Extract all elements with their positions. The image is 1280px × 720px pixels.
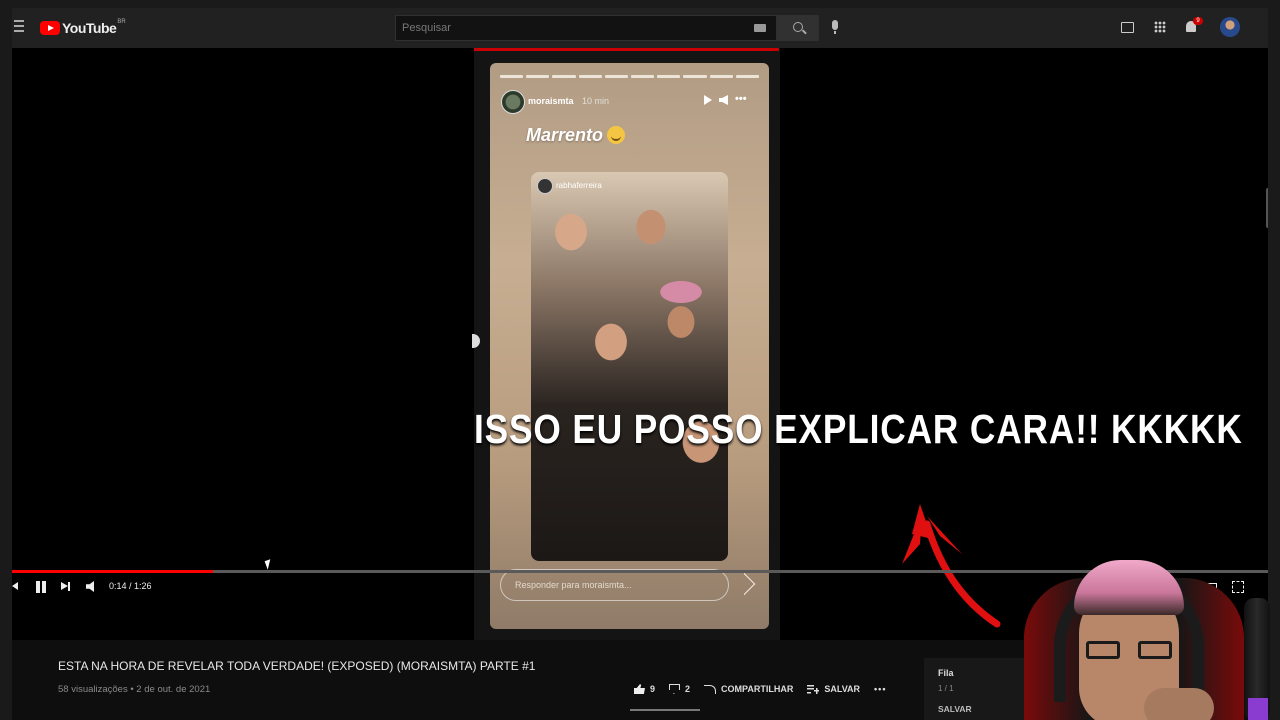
story-username: moraismta: [528, 96, 574, 106]
more-icon: •••: [874, 684, 887, 694]
timeline-played: [12, 570, 213, 573]
photo-avatar: [537, 178, 553, 194]
share-button[interactable]: COMPARTILHAR: [704, 684, 793, 694]
account-avatar[interactable]: [1220, 17, 1240, 37]
youtube-logo[interactable]: YouTube BR: [40, 18, 126, 38]
apps-grid-icon[interactable]: [1154, 21, 1166, 33]
story-caption: Marrento: [526, 125, 626, 146]
story-play-icon: [704, 95, 712, 105]
logo-country-code: BR: [117, 19, 126, 25]
video-meta: 58 visualizações • 2 de out. de 2021: [58, 684, 211, 695]
story-reply-input[interactable]: [513, 579, 717, 591]
hamburger-menu-icon[interactable]: [14, 20, 24, 34]
pause-button[interactable]: [35, 581, 47, 593]
save-button[interactable]: SALVAR: [807, 684, 860, 694]
share-icon: [704, 684, 717, 694]
more-actions-button[interactable]: •••: [874, 684, 886, 694]
search-input[interactable]: [400, 21, 744, 35]
next-icon[interactable]: [61, 581, 70, 591]
story-reply-box: [500, 569, 729, 601]
streamer-hand: [1144, 688, 1214, 720]
thumbs-down-icon: [669, 684, 681, 694]
upside-down-face-emoji-icon: [607, 126, 626, 144]
thumbs-up-icon: [634, 684, 645, 694]
youtube-play-icon: [40, 21, 60, 35]
rgb-light: [1248, 698, 1268, 720]
youtube-header: YouTube BR 9: [12, 8, 1268, 49]
streamer-webcam: [1004, 548, 1280, 720]
previous-icon[interactable]: [12, 582, 18, 590]
like-button[interactable]: 9: [634, 684, 655, 694]
story-more-icon: •••: [735, 93, 747, 105]
search-button[interactable]: [777, 15, 819, 41]
mouse-cursor-icon: [264, 559, 274, 570]
logo-text: YouTube: [62, 20, 117, 36]
story-avatar: [501, 90, 525, 114]
notification-badge: 9: [1193, 17, 1203, 25]
like-count: 9: [650, 684, 656, 694]
keyboard-icon[interactable]: [754, 24, 766, 32]
save-label: SALVAR: [824, 684, 861, 694]
queue-save-button[interactable]: SALVAR: [938, 704, 972, 714]
glasses: [1086, 641, 1172, 661]
story-volume-icon: [719, 95, 728, 105]
search-box: [395, 15, 777, 41]
story-progress-bars: [500, 75, 760, 78]
video-top-red-line: [474, 48, 779, 51]
overlay-caption: ISSO EU POSSO EXPLICAR CARA!! KKKKK: [474, 406, 1243, 452]
time-display: 0:14 / 1:26: [109, 581, 152, 591]
instagram-story: moraismta 10 min ••• Marrento rabhaferre…: [490, 63, 769, 629]
story-caption-text: Marrento: [526, 125, 604, 145]
video-actions: 9 2 COMPARTILHAR SALVAR •••: [634, 684, 900, 694]
share-label: COMPARTILHAR: [721, 684, 794, 694]
queue-label: Fila: [938, 668, 954, 678]
voice-search-mic-icon[interactable]: [832, 20, 838, 34]
group-selfie-photo: rabhaferreira: [531, 172, 728, 561]
video-title: ESTA NA HORA DE REVELAR TODA VERDADE! (E…: [58, 659, 536, 673]
queue-count: 1 / 1: [938, 684, 954, 693]
dislike-count: 2: [685, 684, 691, 694]
page-scrollbar[interactable]: [1266, 188, 1268, 228]
create-video-icon[interactable]: [1121, 22, 1134, 33]
photo-username: rabhaferreira: [556, 181, 602, 190]
send-icon: [732, 572, 756, 596]
playlist-add-icon: [807, 684, 820, 694]
dislike-button[interactable]: 2: [669, 684, 690, 694]
story-time: 10 min: [582, 96, 610, 106]
red-arrow-icon: [902, 504, 1001, 628]
like-ratio-bar: [630, 709, 700, 711]
